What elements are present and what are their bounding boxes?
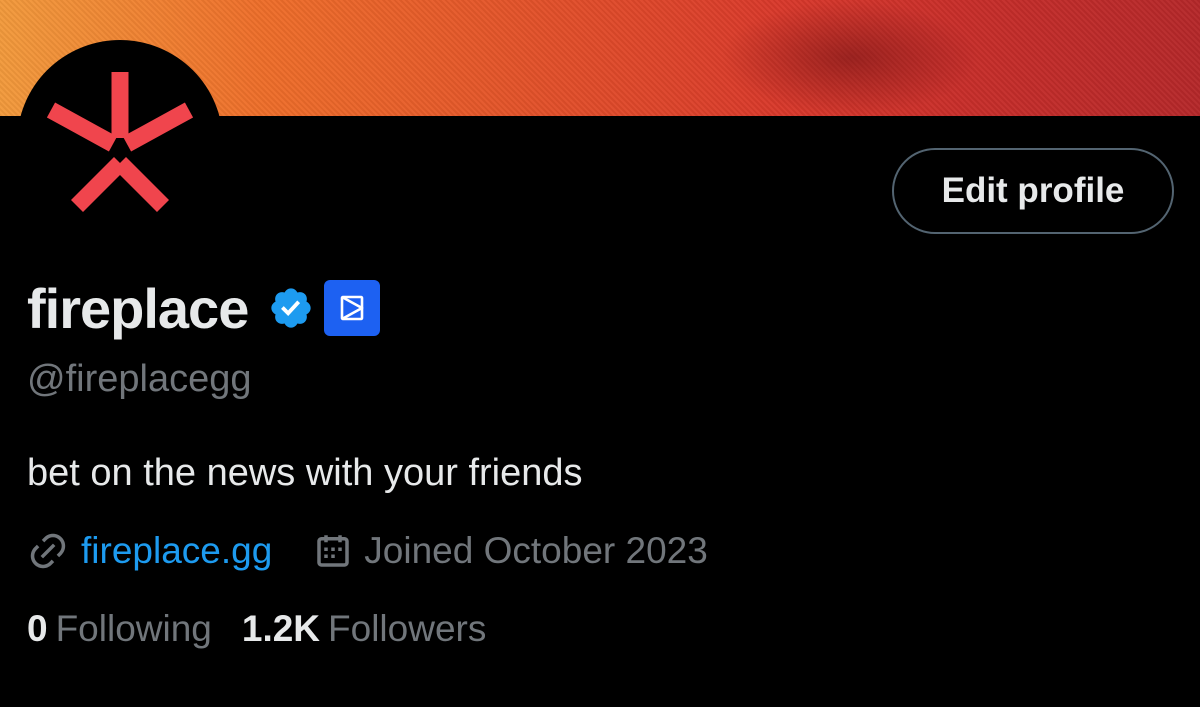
avatar[interactable]	[17, 40, 223, 246]
followers-link[interactable]: 1.2K Followers	[242, 608, 486, 650]
website-link[interactable]: fireplace.gg	[81, 530, 272, 572]
following-link[interactable]: 0 Following	[27, 608, 212, 650]
name-row: fireplace	[27, 276, 381, 340]
following-label: Following	[55, 608, 212, 649]
verified-badge-icon[interactable]	[268, 285, 314, 331]
following-count: 0	[27, 608, 48, 649]
banner-shade	[720, 0, 980, 116]
edit-profile-label: Edit profile	[941, 171, 1125, 210]
calendar-icon	[312, 530, 354, 572]
followers-label: Followers	[328, 608, 487, 649]
asterisk-logo-icon	[46, 72, 194, 213]
joined-date: Joined October 2023	[364, 530, 708, 571]
profile-bio: bet on the news with your friends	[27, 452, 583, 494]
edit-profile-button[interactable]: Edit profile	[892, 148, 1174, 234]
link-icon	[27, 530, 69, 572]
followers-count: 1.2K	[241, 608, 321, 649]
display-name: fireplace	[27, 276, 249, 340]
affiliate-badge-icon[interactable]	[324, 280, 381, 336]
profile-handle: @fireplacegg	[27, 358, 252, 400]
follow-stats: 0 Following 1.2K Followers	[27, 608, 486, 650]
profile-meta: fireplace.gg Joined October 2023	[27, 526, 708, 576]
